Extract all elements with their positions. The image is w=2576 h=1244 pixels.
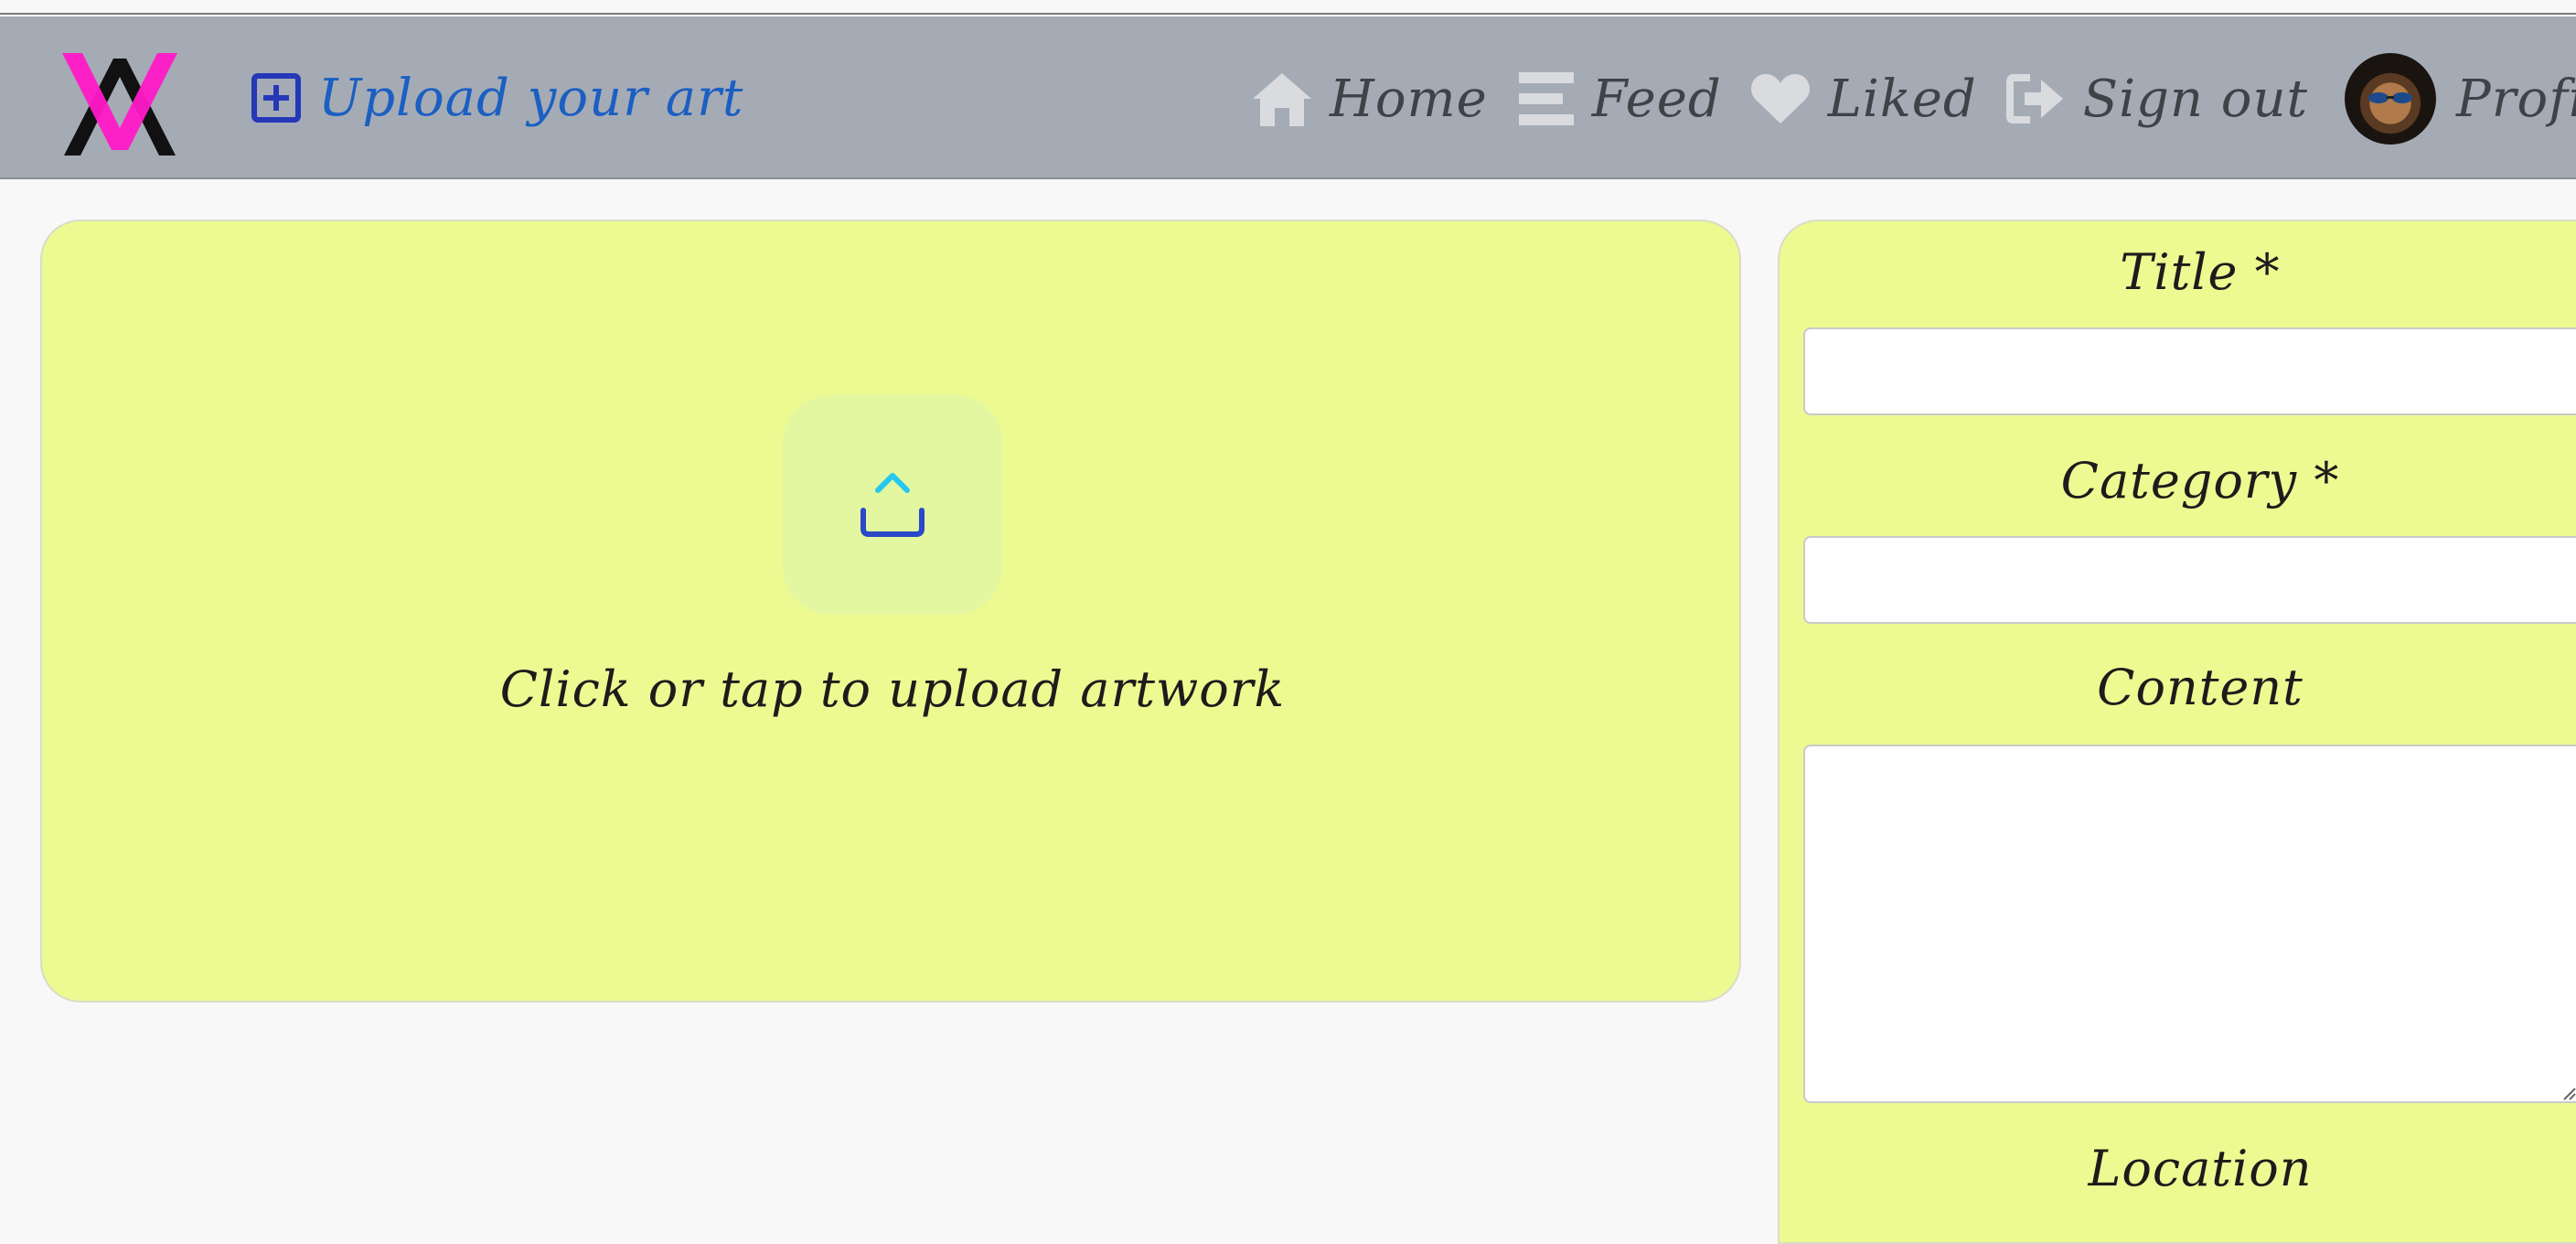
content-label: Content: [2097, 659, 2303, 716]
upload-icon: [860, 473, 925, 537]
bars-icon: [1513, 66, 1579, 132]
title-label: Title *: [2120, 243, 2281, 301]
avatar: [2345, 53, 2437, 145]
textarea-resize-handle[interactable]: [2560, 1085, 2576, 1100]
upload-prompt: Click or tap to upload artwork: [499, 660, 1286, 718]
artwork-upload-dropzone[interactable]: Click or tap to upload artwork: [40, 220, 1741, 1003]
upload-icon-box: [783, 395, 1002, 615]
content-textarea[interactable]: [1803, 745, 2576, 1103]
main-nav: Home Feed Liked Sign out Prof: [1249, 53, 2576, 145]
category-input[interactable]: [1803, 536, 2576, 624]
nav-profile-label: Profile: [2456, 69, 2576, 129]
nav-profile[interactable]: Profile: [2345, 53, 2576, 145]
home-icon: [1249, 66, 1315, 132]
navbar: Upload your art Home Feed Liked Sign out…: [0, 16, 2576, 179]
nav-feed-label: Feed: [1591, 69, 1722, 129]
nav-liked[interactable]: Liked: [1748, 66, 1977, 132]
site-logo[interactable]: [57, 46, 183, 163]
upload-art-label: Upload your art: [318, 68, 744, 128]
category-label: Category *: [2060, 452, 2340, 509]
nav-home-label: Home: [1330, 69, 1488, 129]
sign-out-icon: [2003, 66, 2068, 132]
nav-home[interactable]: Home: [1249, 66, 1488, 132]
nav-liked-label: Liked: [1827, 69, 1977, 129]
nav-sign-out[interactable]: Sign out: [2003, 66, 2308, 132]
nav-sign-out-label: Sign out: [2082, 69, 2309, 129]
nav-feed[interactable]: Feed: [1513, 66, 1722, 132]
title-input[interactable]: [1803, 327, 2576, 415]
upload-art-link[interactable]: Upload your art: [251, 66, 743, 130]
browser-top-strip: [0, 0, 2576, 15]
location-label: Location: [2088, 1140, 2313, 1197]
artwork-details-form: Title * Category * Content Location: [1778, 220, 2576, 1244]
plus-square-icon: [251, 73, 301, 123]
heart-icon: [1748, 66, 1813, 132]
